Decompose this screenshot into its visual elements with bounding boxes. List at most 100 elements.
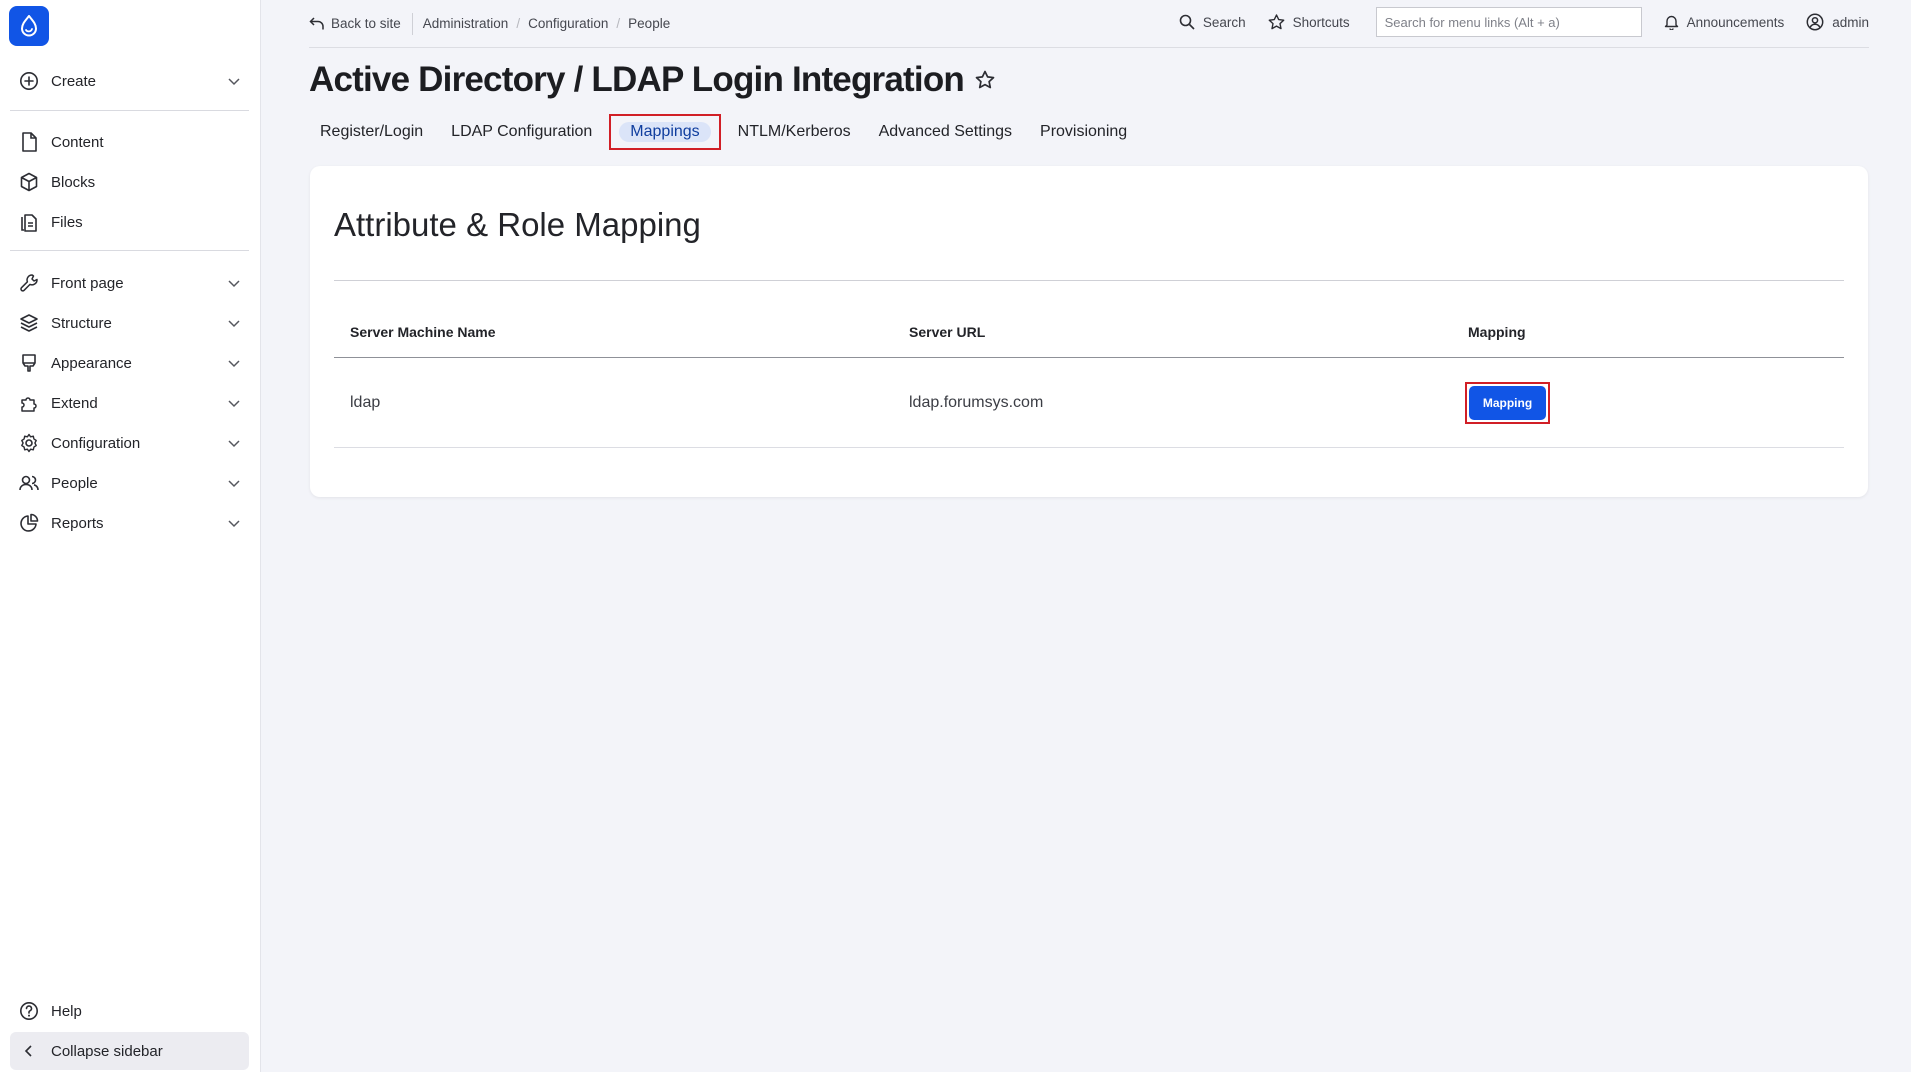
server-machine-name-cell: ldap bbox=[350, 393, 381, 411]
sidebar-item-reports[interactable]: Reports bbox=[10, 505, 249, 541]
chevron-down-icon bbox=[219, 276, 249, 290]
menu-search-input[interactable] bbox=[1375, 7, 1642, 37]
tab-advanced-settings[interactable]: Advanced Settings bbox=[868, 114, 1023, 150]
drupal-logo[interactable] bbox=[9, 6, 49, 46]
mapping-button-highlight: Mapping bbox=[1465, 381, 1550, 424]
breadcrumb-people[interactable]: People bbox=[628, 16, 670, 31]
page-title: Active Directory / LDAP Login Integratio… bbox=[309, 60, 965, 99]
search-label: Search bbox=[1202, 14, 1246, 30]
breadcrumb-separator: / bbox=[516, 16, 521, 31]
sidebar-item-appearance[interactable]: Appearance bbox=[10, 345, 249, 381]
sidebar-item-label: Configuration bbox=[51, 434, 141, 452]
chevron-down-icon bbox=[219, 516, 249, 530]
layers-icon bbox=[10, 313, 48, 333]
cube-icon bbox=[10, 172, 48, 192]
tab-provisioning[interactable]: Provisioning bbox=[1029, 114, 1138, 150]
sidebar-item-label: Reports bbox=[51, 514, 104, 532]
chevron-down-icon bbox=[219, 316, 249, 330]
sidebar-item-label: Front page bbox=[51, 274, 124, 292]
chevron-down-icon bbox=[219, 356, 249, 370]
sidebar-item-label: Content bbox=[51, 133, 104, 151]
sidebar-divider bbox=[10, 110, 249, 111]
sidebar-item-label: Files bbox=[51, 213, 83, 231]
announcements-button[interactable]: Announcements bbox=[1664, 14, 1785, 30]
chevron-down-icon bbox=[219, 436, 249, 450]
user-menu-button[interactable]: admin bbox=[1806, 13, 1869, 31]
gear-icon bbox=[10, 433, 48, 453]
sidebar-item-configuration[interactable]: Configuration bbox=[10, 425, 249, 461]
sidebar: Create Content Blocks Files Front page S… bbox=[0, 0, 261, 1072]
chevron-down-icon bbox=[219, 74, 249, 88]
wrench-icon bbox=[10, 273, 48, 293]
breadcrumb: Back to site Administration / Configurat… bbox=[309, 12, 670, 35]
tab-mappings[interactable]: Mappings bbox=[609, 114, 721, 150]
tabs: Register/Login LDAP Configuration Mappin… bbox=[309, 114, 1144, 150]
divider bbox=[411, 12, 413, 35]
chevron-down-icon bbox=[219, 476, 249, 490]
add-to-shortcuts-star-icon[interactable] bbox=[975, 70, 995, 94]
puzzle-icon bbox=[10, 393, 48, 413]
star-icon bbox=[1268, 14, 1285, 30]
sidebar-item-blocks[interactable]: Blocks bbox=[10, 164, 249, 200]
sidebar-item-content[interactable]: Content bbox=[10, 124, 249, 160]
people-icon bbox=[10, 473, 48, 493]
table-header: Server Machine Name Server URL Mapping bbox=[334, 306, 1844, 358]
column-header-mapping: Mapping bbox=[1468, 323, 1526, 340]
page-header: Active Directory / LDAP Login Integratio… bbox=[309, 60, 995, 100]
shortcuts-button[interactable]: Shortcuts bbox=[1268, 14, 1350, 30]
breadcrumb-administration[interactable]: Administration bbox=[423, 16, 509, 31]
sidebar-item-files[interactable]: Files bbox=[10, 204, 249, 240]
files-icon bbox=[10, 212, 48, 232]
search-icon bbox=[1179, 14, 1195, 30]
pie-chart-icon bbox=[10, 513, 48, 533]
table-row: ldap ldap.forumsys.com Mapping bbox=[334, 358, 1844, 448]
collapse-sidebar-button[interactable]: Collapse sidebar bbox=[10, 1032, 249, 1070]
sidebar-item-label: Blocks bbox=[51, 173, 96, 191]
mapping-cell: Mapping bbox=[1465, 381, 1844, 424]
user-name: admin bbox=[1832, 14, 1869, 30]
sidebar-item-label: People bbox=[51, 474, 98, 492]
servers-table: Server Machine Name Server URL Mapping l… bbox=[334, 306, 1844, 448]
shortcuts-label: Shortcuts bbox=[1292, 14, 1350, 30]
mapping-button[interactable]: Mapping bbox=[1469, 385, 1546, 420]
search-button[interactable]: Search bbox=[1179, 14, 1246, 30]
divider bbox=[334, 280, 1844, 281]
announcements-label: Announcements bbox=[1686, 14, 1785, 30]
sidebar-item-label: Extend bbox=[51, 394, 98, 412]
sidebar-item-label: Help bbox=[51, 1002, 82, 1020]
breadcrumb-configuration[interactable]: Configuration bbox=[528, 16, 608, 31]
brush-icon bbox=[10, 353, 48, 373]
tab-ntlm-kerberos[interactable]: NTLM/Kerberos bbox=[727, 114, 862, 150]
mapping-card: Attribute & Role Mapping Server Machine … bbox=[310, 166, 1868, 497]
sidebar-item-extend[interactable]: Extend bbox=[10, 385, 249, 421]
sidebar-item-create[interactable]: Create bbox=[10, 63, 249, 99]
server-url-cell: ldap.forumsys.com bbox=[909, 393, 1044, 411]
toolbar: Search Shortcuts Announcements admin bbox=[1157, 0, 1869, 44]
top-bar: Back to site Administration / Configurat… bbox=[309, 0, 1869, 48]
bell-icon bbox=[1664, 15, 1678, 30]
back-to-site-label: Back to site bbox=[331, 16, 401, 31]
sidebar-item-label: Create bbox=[51, 72, 97, 90]
sidebar-item-label: Appearance bbox=[51, 354, 132, 372]
column-header-server-url: Server URL bbox=[909, 323, 986, 340]
sidebar-item-label: Structure bbox=[51, 314, 112, 332]
sidebar-item-help[interactable]: Help bbox=[10, 993, 249, 1029]
tab-ldap-configuration[interactable]: LDAP Configuration bbox=[440, 114, 603, 150]
column-header-server-machine-name: Server Machine Name bbox=[350, 323, 496, 340]
breadcrumb-separator: / bbox=[616, 16, 621, 31]
file-icon bbox=[10, 132, 48, 152]
chevron-left-icon bbox=[10, 1044, 48, 1058]
help-icon bbox=[10, 1001, 48, 1021]
drop-icon bbox=[20, 15, 38, 37]
card-title: Attribute & Role Mapping bbox=[334, 206, 701, 243]
sidebar-item-people[interactable]: People bbox=[10, 465, 249, 501]
sidebar-item-front-page[interactable]: Front page bbox=[10, 265, 249, 301]
user-circle-icon bbox=[1806, 13, 1824, 31]
plus-circle-icon bbox=[10, 71, 48, 91]
sidebar-item-structure[interactable]: Structure bbox=[10, 305, 249, 341]
back-to-site-link[interactable]: Back to site bbox=[309, 16, 401, 31]
sidebar-divider bbox=[10, 250, 249, 251]
back-arrow-icon bbox=[309, 16, 324, 29]
chevron-down-icon bbox=[219, 396, 249, 410]
tab-register-login[interactable]: Register/Login bbox=[309, 114, 434, 150]
